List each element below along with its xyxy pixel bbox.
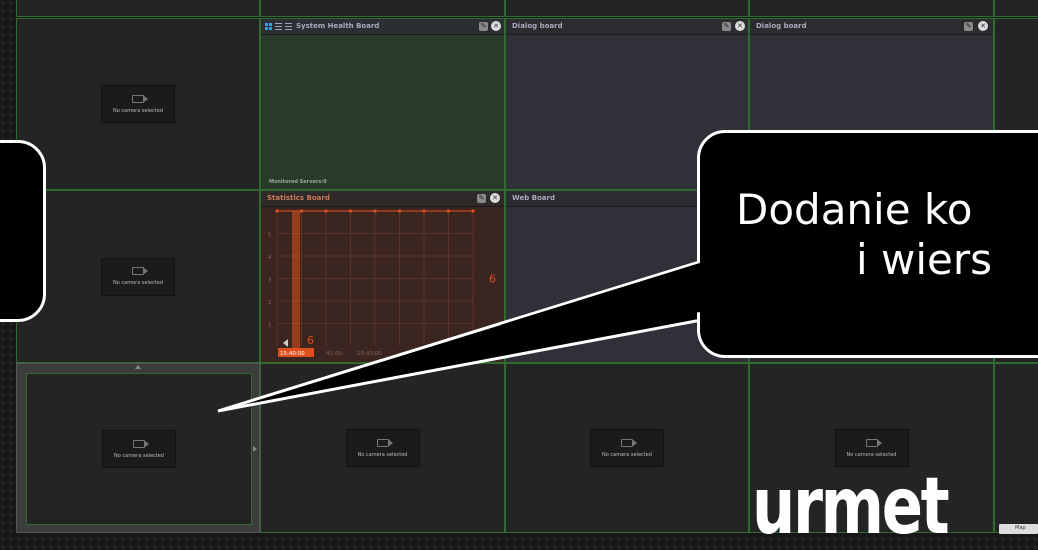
callout-line-2: i wiers [856, 235, 993, 284]
video-wall: No camera selected System Health Board ✎… [0, 0, 1038, 550]
callout-line-1: Dodanie ko [736, 185, 973, 234]
